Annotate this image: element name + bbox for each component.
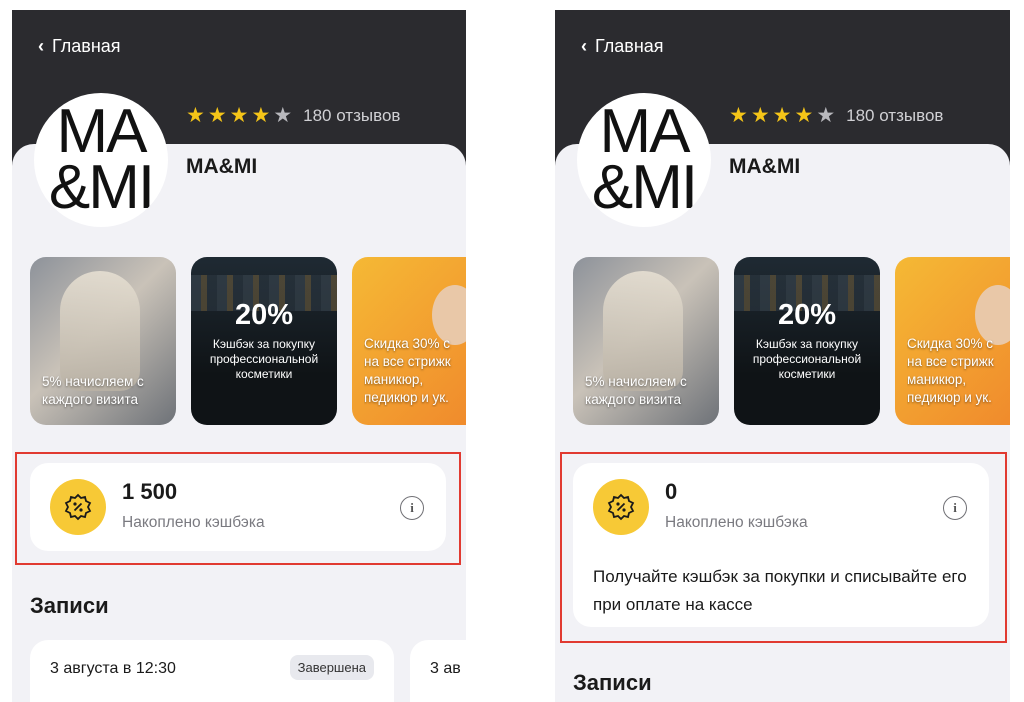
promo-caption: Кэшбэк за покупку профессиональной косме…: [209, 337, 319, 381]
record-card[interactable]: 3 ав: [410, 640, 466, 702]
salon-logo: MA &MI: [577, 93, 711, 227]
star-icon: ★: [186, 104, 205, 127]
promo-carousel[interactable]: 5% начисляем с каждого визита 20% Кэшбэк…: [30, 257, 466, 425]
highlight-frame: [15, 452, 461, 565]
star-icon: ★: [229, 104, 249, 127]
record-card[interactable]: 3 августа в 12:30 Завершена: [30, 640, 394, 702]
promo-caption: Скидка 30% с на все стрижк маникюр, педи…: [364, 336, 451, 405]
promo-caption: 5% начисляем с каждого визита: [585, 374, 687, 407]
promo-card[interactable]: Скидка 30% с на все стрижк маникюр, педи…: [352, 257, 466, 425]
promo-card[interactable]: 5% начисляем с каждого визита: [573, 257, 719, 425]
star-icon: ★: [207, 104, 227, 127]
promo-card[interactable]: 5% начисляем с каждого визита: [30, 257, 176, 425]
promo-caption: Скидка 30% с на все стрижк маникюр, педи…: [907, 336, 994, 405]
promo-percent: 20%: [234, 299, 294, 331]
star-icon: ★: [750, 104, 770, 127]
promo-card[interactable]: 20% Кэшбэк за покупку профессиональной к…: [191, 257, 337, 425]
promo-caption: Кэшбэк за покупку профессиональной косме…: [752, 337, 862, 381]
chevron-left-icon: ‹: [581, 36, 587, 56]
promo-card[interactable]: 20% Кэшбэк за покупку профессиональной к…: [734, 257, 880, 425]
star-icon: ★: [251, 104, 271, 127]
reviews-count[interactable]: 180 отзывов: [303, 106, 400, 126]
salon-logo: MA &MI: [34, 93, 168, 227]
status-badge: Завершена: [289, 655, 374, 680]
rating[interactable]: ★ ★ ★ ★ ★ 180 отзывов: [186, 104, 400, 127]
back-button[interactable]: ‹ Главная: [38, 36, 121, 57]
logo-text: MA &MI: [591, 97, 698, 222]
back-label: Главная: [595, 36, 664, 56]
section-title: Записи: [573, 670, 652, 695]
reviews-count[interactable]: 180 отзывов: [846, 106, 943, 126]
star-icon: ★: [729, 104, 748, 127]
promo-caption: 5% начисляем с каждого визита: [42, 374, 144, 407]
chevron-left-icon: ‹: [38, 36, 44, 56]
record-date: 3 ав: [430, 660, 461, 677]
highlight-frame: [560, 452, 1007, 643]
back-label: Главная: [52, 36, 121, 56]
screen-right: ‹ Главная MA &MI ★ ★ ★ ★ ★ 180 отзывов MA…: [555, 10, 1010, 702]
promo-card[interactable]: Скидка 30% с на все стрижк маникюр, педи…: [895, 257, 1010, 425]
screen-left: ‹ Главная MA &MI ★ ★ ★ ★ ★ 180 отзывов MA…: [12, 10, 466, 702]
star-icon: ★: [273, 104, 293, 127]
promo-carousel[interactable]: 5% начисляем с каждого визита 20% Кэшбэк…: [573, 257, 1010, 425]
record-date: 3 августа в 12:30: [50, 660, 176, 677]
salon-name: MA&MI: [186, 155, 258, 178]
back-button[interactable]: ‹ Главная: [581, 36, 664, 57]
star-icon: ★: [816, 104, 836, 127]
section-title: Записи: [30, 593, 109, 618]
rating[interactable]: ★ ★ ★ ★ ★ 180 отзывов: [729, 104, 943, 127]
logo-text: MA &MI: [48, 97, 155, 222]
promo-percent: 20%: [777, 299, 837, 331]
star-icon: ★: [772, 104, 792, 127]
star-icon: ★: [794, 104, 814, 127]
salon-name: MA&MI: [729, 155, 801, 178]
